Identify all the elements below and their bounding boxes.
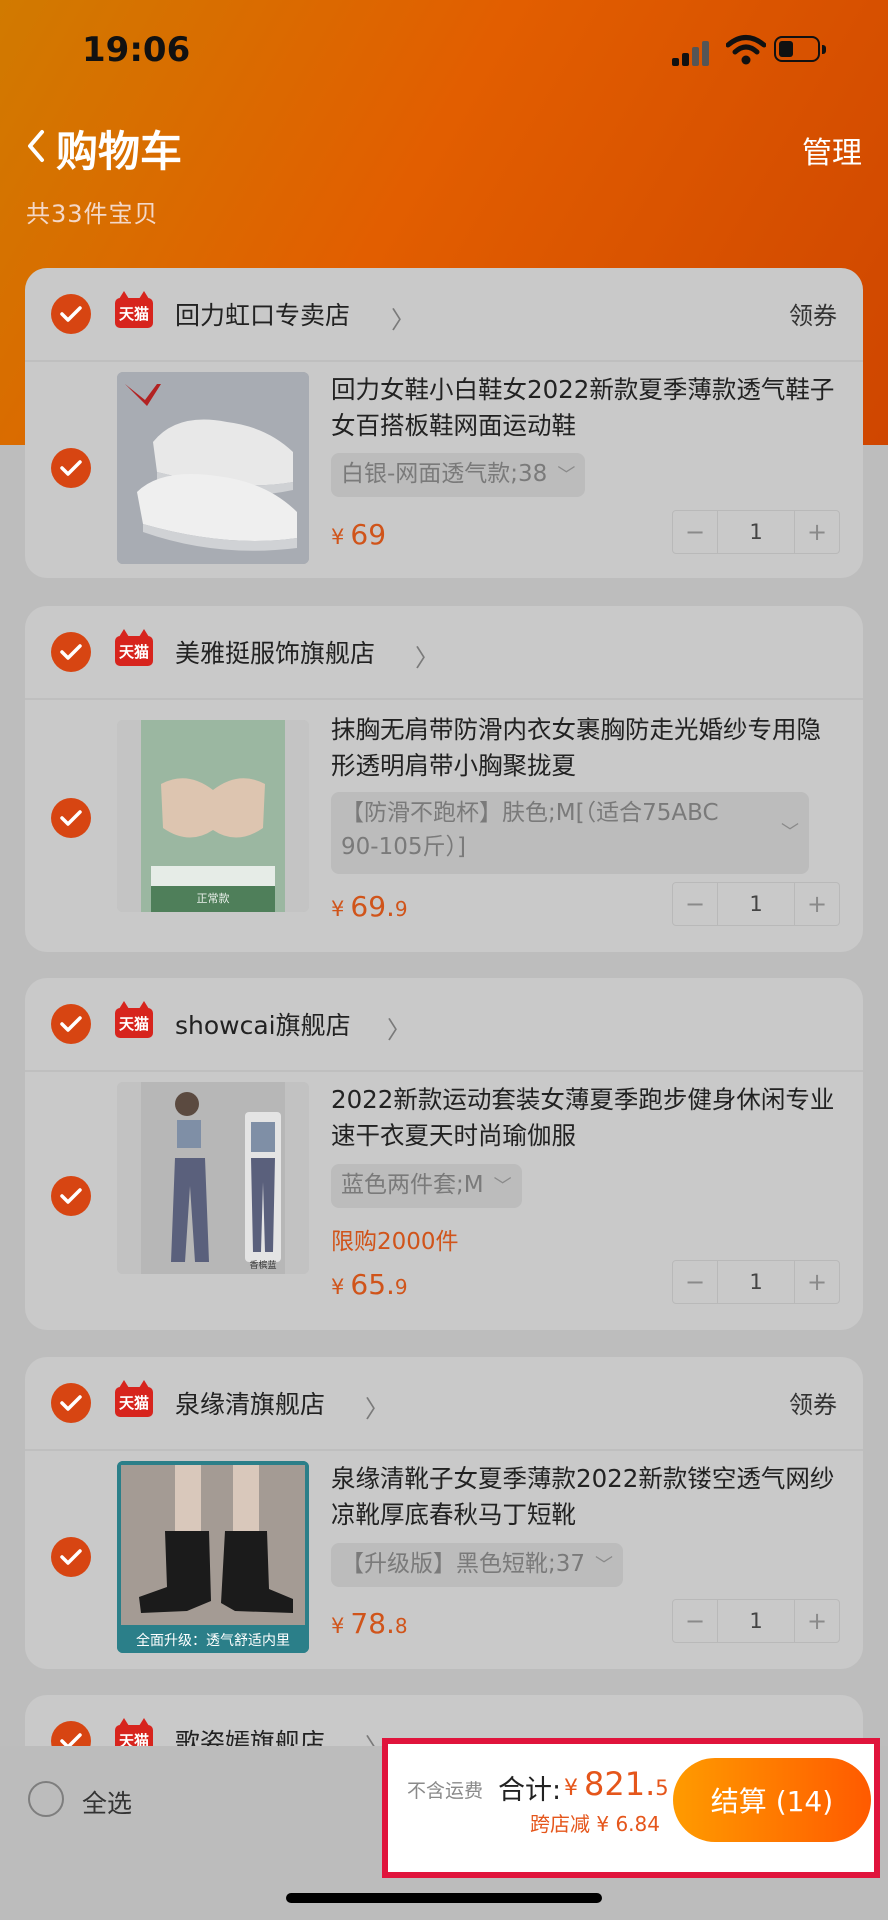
- product-price: ¥69.9: [331, 890, 408, 923]
- decrease-button[interactable]: −: [673, 1600, 717, 1642]
- status-bar: 19:06: [0, 0, 888, 100]
- product-price: ¥65.9: [331, 1268, 408, 1301]
- product-price: ¥78.8: [331, 1607, 408, 1640]
- product-spec-selector[interactable]: 【防滑不跑杯】肤色;M[（适合75ABC 90-105斤）] ﹀: [331, 792, 809, 874]
- select-all-label[interactable]: 全选: [82, 1784, 132, 1820]
- spec-text: 【防滑不跑杯】肤色;M[（适合75ABC 90-105斤）]: [341, 800, 719, 860]
- product-title[interactable]: 泉缘清靴子女夏季薄款2022新款镂空透气网纱凉靴厚底春秋马丁短靴: [331, 1461, 841, 1533]
- shipping-note: 不含运费: [407, 1780, 484, 1802]
- home-indicator: [286, 1893, 602, 1903]
- chevron-down-icon: ﹀: [557, 465, 576, 486]
- total-amount: ¥821.5: [564, 1765, 669, 1803]
- spec-text: 白银-网面透气款;38: [341, 461, 548, 487]
- item-checkbox[interactable]: [51, 798, 91, 838]
- product-image-yoga-set[interactable]: 香槟蓝: [117, 1082, 309, 1274]
- increase-button[interactable]: +: [795, 1261, 839, 1303]
- chevron-down-icon: ﹀: [493, 1176, 512, 1197]
- product-image-boots[interactable]: 全面升级：透气舒适内里: [117, 1461, 309, 1653]
- item-checkbox[interactable]: [51, 1537, 91, 1577]
- total-label: 合计:: [498, 1775, 562, 1806]
- spec-text: 【升级版】黑色短靴;37: [341, 1551, 586, 1577]
- product-image-sneakers[interactable]: [117, 372, 309, 564]
- battery-icon: [774, 36, 828, 64]
- shop-card: 天猫 美雅挺服饰旗舰店 〉 正常款 抹胸无肩带防滑内衣女裹胸防走光婚纱专用隐形透…: [25, 606, 863, 952]
- tmall-badge-icon: 天猫: [115, 629, 153, 666]
- image-caption: 香槟蓝: [249, 1261, 277, 1271]
- quantity-value[interactable]: 1: [717, 1261, 795, 1303]
- increase-button[interactable]: +: [795, 1600, 839, 1642]
- item-count: 共33件宝贝: [26, 200, 159, 228]
- shop-header: 天猫 showcai旗舰店 〉: [25, 978, 863, 1072]
- purchase-limit: 限购2000件: [331, 1229, 459, 1255]
- chevron-right-icon[interactable]: 〉: [415, 638, 439, 673]
- quantity-value[interactable]: 1: [717, 1600, 795, 1642]
- checkout-button[interactable]: 结算 (14): [673, 1758, 871, 1842]
- coupon-button[interactable]: 领券: [789, 1385, 837, 1420]
- shop-name[interactable]: 美雅挺服饰旗舰店: [175, 634, 375, 670]
- chevron-right-icon[interactable]: 〉: [365, 1389, 389, 1424]
- shop-header: 天猫 美雅挺服饰旗舰店 〉: [25, 606, 863, 700]
- quantity-stepper[interactable]: − 1 +: [672, 1260, 840, 1304]
- shop-name[interactable]: 泉缘清旗舰店: [175, 1385, 325, 1421]
- cellular-signal-icon: [672, 38, 714, 66]
- tmall-badge-icon: 天猫: [115, 291, 153, 328]
- product-title[interactable]: 回力女鞋小白鞋女2022新款夏季薄款透气鞋子女百搭板鞋网面运动鞋: [331, 372, 841, 444]
- image-caption: 全面升级：透气舒适内里: [136, 1633, 290, 1649]
- coupon-button[interactable]: 领券: [789, 296, 837, 331]
- quantity-value[interactable]: 1: [717, 511, 795, 553]
- chevron-down-icon: ﹀: [781, 822, 799, 843]
- shop-checkbox[interactable]: [51, 1383, 91, 1423]
- chevron-right-icon[interactable]: 〉: [391, 300, 415, 335]
- shop-checkbox[interactable]: [51, 1004, 91, 1044]
- tmall-badge-icon: 天猫: [115, 1001, 153, 1038]
- product-title[interactable]: 2022新款运动套装女薄夏季跑步健身休闲专业速干衣夏天时尚瑜伽服: [331, 1082, 841, 1154]
- shop-checkbox[interactable]: [51, 294, 91, 334]
- product-spec-selector[interactable]: 白银-网面透气款;38 ﹀: [331, 453, 586, 497]
- select-all-radio[interactable]: [28, 1781, 64, 1817]
- manage-button[interactable]: 管理: [802, 128, 862, 172]
- increase-button[interactable]: +: [795, 883, 839, 925]
- quantity-value[interactable]: 1: [717, 883, 795, 925]
- product-spec-selector[interactable]: 蓝色两件套;M ﹀: [331, 1164, 522, 1208]
- item-checkbox[interactable]: [51, 448, 91, 488]
- page-title: 购物车: [56, 127, 183, 176]
- shop-name[interactable]: 回力虹口专卖店: [175, 296, 350, 332]
- decrease-button[interactable]: −: [673, 883, 717, 925]
- quantity-stepper[interactable]: − 1 +: [672, 510, 840, 554]
- chevron-right-icon[interactable]: 〉: [387, 1010, 411, 1045]
- decrease-button[interactable]: −: [673, 511, 717, 553]
- shop-card: 天猫 showcai旗舰店 〉 香槟蓝 2022新款运动套装女薄夏季跑步健身休闲…: [25, 978, 863, 1330]
- tmall-badge-icon: 天猫: [115, 1380, 153, 1417]
- shop-card: 天猫 泉缘清旗舰店 〉 领券 全面升级：透气舒适内里 泉缘清靴子女夏季薄款202…: [25, 1357, 863, 1669]
- quantity-stepper[interactable]: − 1 +: [672, 1599, 840, 1643]
- status-time: 19:06: [82, 30, 191, 70]
- quantity-stepper[interactable]: − 1 +: [672, 882, 840, 926]
- shop-checkbox[interactable]: [51, 632, 91, 672]
- product-title[interactable]: 抹胸无肩带防滑内衣女裹胸防走光婚纱专用隐形透明肩带小胸聚拢夏: [331, 712, 841, 784]
- cross-store-discount[interactable]: 跨店减 ¥ 6.84: [530, 1808, 660, 1837]
- increase-button[interactable]: +: [795, 511, 839, 553]
- decrease-button[interactable]: −: [673, 1261, 717, 1303]
- product-spec-selector[interactable]: 【升级版】黑色短靴;37 ﹀: [331, 1543, 624, 1587]
- product-image-bra[interactable]: 正常款: [117, 720, 309, 912]
- shop-header: 天猫 泉缘清旗舰店 〉 领券: [25, 1357, 863, 1451]
- back-arrow-icon[interactable]: [22, 124, 50, 168]
- spec-text: 蓝色两件套;M: [341, 1172, 484, 1198]
- item-checkbox[interactable]: [51, 1176, 91, 1216]
- image-caption: 正常款: [196, 892, 230, 905]
- wifi-icon: [726, 35, 766, 65]
- shop-card: 天猫 回力虹口专卖店 〉 领券 回力女鞋小白鞋女2022新款夏季薄款透气鞋子女百…: [25, 268, 863, 578]
- chevron-down-icon: ﹀: [595, 1555, 614, 1576]
- shop-header: 天猫 回力虹口专卖店 〉 领券: [25, 268, 863, 362]
- product-price: ¥69: [331, 518, 387, 551]
- shop-name[interactable]: showcai旗舰店: [175, 1006, 351, 1042]
